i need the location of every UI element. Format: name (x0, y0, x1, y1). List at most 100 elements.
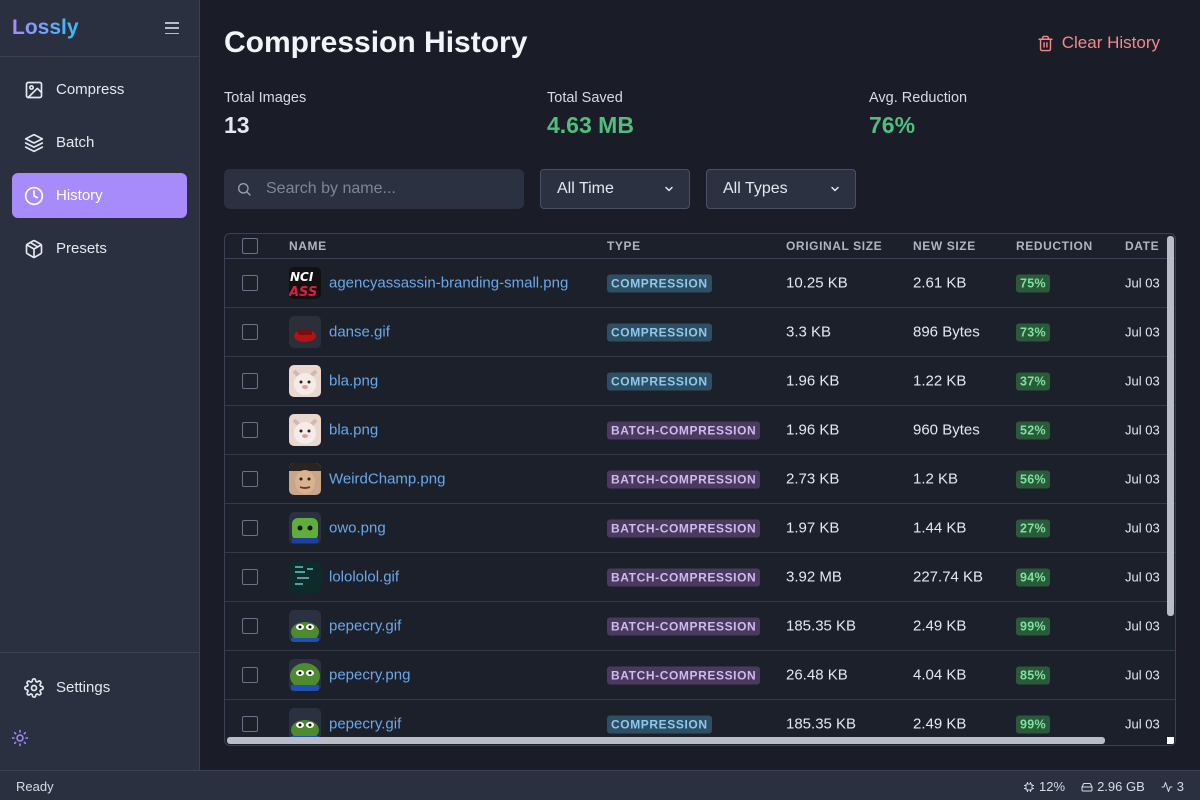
sun-icon[interactable] (11, 729, 29, 747)
clear-history-label: Clear History (1061, 33, 1160, 52)
column-header-new[interactable]: NEW SIZE (913, 239, 976, 253)
table-row[interactable]: owo.png BATCH-COMPRESSION 1.97 KB 1.44 K… (225, 504, 1175, 553)
file-thumbnail (289, 659, 321, 691)
file-name-link[interactable]: pepecry.gif (329, 716, 401, 733)
menu-icon[interactable] (165, 22, 179, 34)
app-logo[interactable]: Lossly (12, 16, 79, 40)
table-row[interactable]: danse.gif COMPRESSION 3.3 KB 896 Bytes 7… (225, 308, 1175, 357)
file-name-link[interactable]: pepecry.png (329, 667, 410, 684)
column-header-date[interactable]: DATE (1125, 239, 1159, 253)
table-row[interactable]: bla.png BATCH-COMPRESSION 1.96 KB 960 By… (225, 406, 1175, 455)
file-name-link[interactable]: agencyassassin-branding-small.png (329, 275, 568, 292)
file-name-link[interactable]: danse.gif (329, 324, 390, 341)
time-filter-value: All Time (557, 180, 614, 197)
row-checkbox[interactable] (242, 373, 258, 389)
status-bar: Ready 12% 2.96 GB 3 (0, 770, 1200, 800)
history-table: NAME TYPE ORIGINAL SIZE NEW SIZE REDUCTI… (224, 233, 1176, 746)
stat-value: 13 (224, 112, 250, 138)
search-box (224, 169, 524, 209)
file-thumbnail (289, 365, 321, 397)
activity-value: 3 (1176, 779, 1184, 794)
file-name-link[interactable]: pepecry.gif (329, 618, 401, 635)
type-filter-value: All Types (723, 180, 788, 197)
row-checkbox[interactable] (242, 471, 258, 487)
page-title: Compression History (224, 26, 528, 59)
sidebar: Lossly Compress Batch History Presets Se… (0, 0, 200, 770)
reduction-badge: 94% (1016, 568, 1050, 587)
column-header-reduction[interactable]: REDUCTION (1016, 239, 1093, 253)
file-name-link[interactable]: owo.png (329, 520, 386, 537)
hard-drive-icon (1081, 782, 1093, 791)
original-size: 2.73 KB (786, 470, 840, 488)
row-checkbox[interactable] (242, 324, 258, 340)
sidebar-item-compress[interactable]: Compress (12, 67, 187, 112)
type-filter-select[interactable]: All Types (706, 169, 856, 209)
new-size: 2.49 KB (913, 617, 967, 635)
sidebar-item-settings[interactable]: Settings (12, 665, 187, 710)
sidebar-item-history[interactable]: History (12, 173, 187, 218)
table-row[interactable]: lolololol.gif BATCH-COMPRESSION 3.92 MB … (225, 553, 1175, 602)
new-size: 2.49 KB (913, 715, 967, 733)
row-checkbox[interactable] (242, 667, 258, 683)
original-size: 10.25 KB (786, 274, 848, 292)
file-thumbnail (289, 561, 321, 593)
file-name-link[interactable]: lolololol.gif (329, 569, 399, 586)
original-size: 185.35 KB (786, 617, 857, 635)
trash-icon (1038, 35, 1053, 51)
sidebar-item-presets[interactable]: Presets (12, 226, 187, 271)
date-cell: Jul 03 (1125, 716, 1160, 732)
new-size: 4.04 KB (913, 666, 967, 684)
search-input[interactable] (266, 180, 506, 198)
reduction-badge: 27% (1016, 519, 1050, 538)
table-row[interactable]: bla.png COMPRESSION 1.96 KB 1.22 KB 37% … (225, 357, 1175, 406)
sidebar-item-batch[interactable]: Batch (12, 120, 187, 165)
column-header-type[interactable]: TYPE (607, 239, 641, 253)
select-all-checkbox[interactable] (242, 238, 258, 254)
cpu-metric: 12% (1023, 779, 1065, 794)
reduction-badge: 37% (1016, 372, 1050, 391)
search-icon (238, 183, 251, 196)
table-row[interactable]: WeirdChamp.png BATCH-COMPRESSION 2.73 KB… (225, 455, 1175, 504)
status-metrics: 12% 2.96 GB 3 (1023, 779, 1184, 794)
column-header-name[interactable]: NAME (289, 239, 327, 253)
activity-metric: 3 (1161, 779, 1184, 794)
table-body: NCI ASS agencyassassin-branding-small.png… (225, 259, 1175, 745)
reduction-badge: 52% (1016, 421, 1050, 440)
sidebar-header: Lossly (0, 0, 199, 57)
file-name-link[interactable]: bla.png (329, 422, 378, 439)
reduction-badge: 73% (1016, 323, 1050, 342)
file-name-link[interactable]: WeirdChamp.png (329, 471, 445, 488)
horizontal-scrollbar[interactable] (227, 737, 1105, 744)
row-checkbox[interactable] (242, 422, 258, 438)
stat-total-images: Total Images 13 (224, 90, 306, 139)
scroll-corner (1167, 737, 1174, 744)
original-size: 1.96 KB (786, 421, 840, 439)
reduction-badge: 99% (1016, 617, 1050, 636)
new-size: 1.2 KB (913, 470, 959, 488)
clear-history-button[interactable]: Clear History (1037, 33, 1160, 53)
date-cell: Jul 03 (1125, 520, 1160, 536)
row-checkbox[interactable] (242, 569, 258, 585)
table-row[interactable]: pepecry.png BATCH-COMPRESSION 26.48 KB 4… (225, 651, 1175, 700)
new-size: 960 Bytes (913, 421, 980, 439)
stat-value: 76% (869, 112, 916, 138)
vertical-scrollbar[interactable] (1167, 236, 1174, 616)
cpu-value: 12% (1039, 779, 1066, 794)
original-size: 1.96 KB (786, 372, 840, 390)
memory-metric: 2.96 GB (1081, 779, 1145, 794)
table-row[interactable]: pepecry.gif BATCH-COMPRESSION 185.35 KB … (225, 602, 1175, 651)
type-badge: BATCH-COMPRESSION (607, 470, 761, 489)
table-row[interactable]: NCI ASS agencyassassin-branding-small.png… (225, 259, 1175, 308)
column-header-original[interactable]: ORIGINAL SIZE (786, 239, 882, 253)
time-filter-select[interactable]: All Time (540, 169, 690, 209)
file-thumbnail (289, 708, 321, 740)
date-cell: Jul 03 (1125, 667, 1160, 683)
row-checkbox[interactable] (242, 618, 258, 634)
sidebar-item-label: History (56, 187, 103, 204)
chevron-down-icon (665, 186, 673, 192)
file-name-link[interactable]: bla.png (329, 373, 378, 390)
row-checkbox[interactable] (242, 716, 258, 732)
date-cell: Jul 03 (1125, 275, 1160, 291)
row-checkbox[interactable] (242, 275, 258, 291)
row-checkbox[interactable] (242, 520, 258, 536)
